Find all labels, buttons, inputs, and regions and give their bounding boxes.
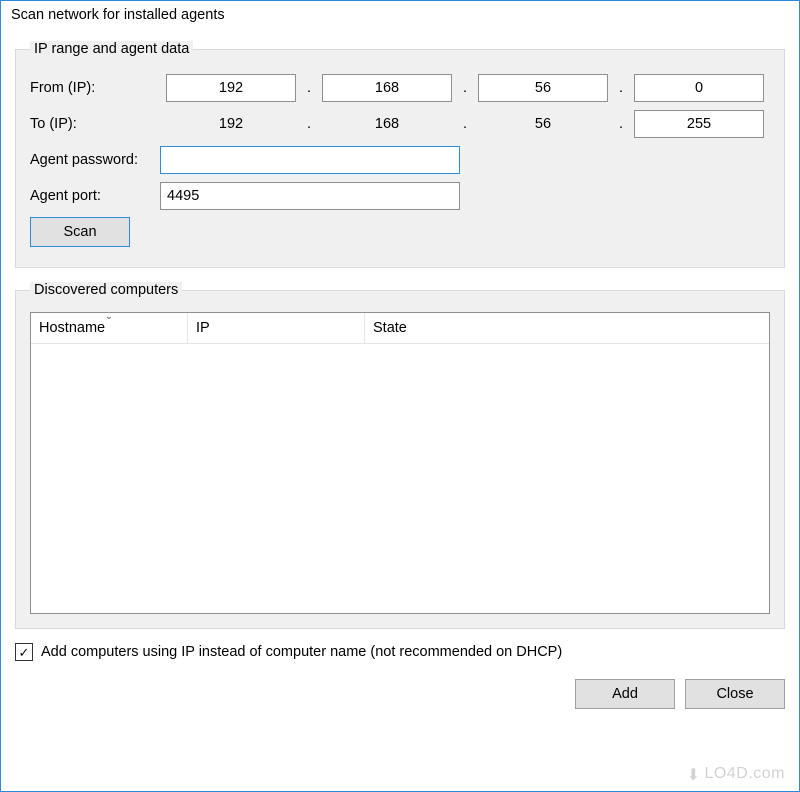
- agent-password-label: Agent password:: [30, 152, 160, 168]
- row-actions: Add Close: [15, 679, 785, 709]
- close-button[interactable]: Close: [685, 679, 785, 709]
- row-from-ip: From (IP): . . .: [30, 73, 770, 103]
- title-bar: Scan network for installed agents: [1, 1, 799, 27]
- watermark-text: LO4D.com: [705, 765, 785, 782]
- to-ip-octet-4[interactable]: [634, 110, 764, 138]
- discovered-list-header: ⌄ Hostname IP State: [31, 313, 769, 344]
- column-header-hostname-label: Hostname: [39, 320, 105, 336]
- window-title: Scan network for installed agents: [11, 7, 225, 23]
- from-ip-label: From (IP):: [30, 80, 160, 96]
- to-ip-octet-3: 56: [478, 116, 608, 132]
- to-ip-fields: 192 . 168 . 56 .: [160, 110, 770, 138]
- column-header-hostname[interactable]: ⌄ Hostname: [31, 313, 188, 343]
- agent-password-input[interactable]: [160, 146, 460, 174]
- add-button[interactable]: Add: [575, 679, 675, 709]
- group-ip-range: IP range and agent data From (IP): . . .…: [15, 41, 785, 268]
- row-scan: Scan: [30, 217, 770, 247]
- column-header-ip[interactable]: IP: [188, 313, 365, 343]
- from-ip-octet-3[interactable]: [478, 74, 608, 102]
- dot-icon: .: [458, 80, 472, 96]
- to-ip-label: To (IP):: [30, 116, 160, 132]
- group-ip-range-legend: IP range and agent data: [30, 41, 193, 57]
- download-icon: ⬇: [687, 765, 701, 785]
- client-area: IP range and agent data From (IP): . . .…: [1, 27, 799, 719]
- to-ip-octet-1: 192: [166, 116, 296, 132]
- from-ip-octet-4[interactable]: [634, 74, 764, 102]
- from-ip-octet-1[interactable]: [166, 74, 296, 102]
- column-header-state-label: State: [373, 320, 407, 336]
- watermark: ⬇LO4D.com: [687, 763, 785, 783]
- from-ip-fields: . . .: [160, 74, 770, 102]
- column-header-ip-label: IP: [196, 320, 210, 336]
- dialog-window: Scan network for installed agents IP ran…: [0, 0, 800, 792]
- discovered-list[interactable]: ⌄ Hostname IP State: [30, 312, 770, 614]
- dot-icon: .: [614, 80, 628, 96]
- to-ip-octet-2: 168: [322, 116, 452, 132]
- use-ip-checkbox[interactable]: ✓: [15, 643, 33, 661]
- dot-icon: .: [302, 116, 316, 132]
- scan-button[interactable]: Scan: [30, 217, 130, 247]
- dot-icon: .: [614, 116, 628, 132]
- row-to-ip: To (IP): 192 . 168 . 56 .: [30, 109, 770, 139]
- group-discovered: Discovered computers ⌄ Hostname IP State: [15, 282, 785, 629]
- row-agent-port: Agent port:: [30, 181, 770, 211]
- group-discovered-legend: Discovered computers: [30, 282, 182, 298]
- use-ip-checkbox-label: Add computers using IP instead of comput…: [41, 644, 562, 660]
- sort-indicator-icon: ⌄: [105, 312, 113, 322]
- column-header-state[interactable]: State: [365, 313, 769, 343]
- dot-icon: .: [458, 116, 472, 132]
- row-use-ip-checkbox: ✓ Add computers using IP instead of comp…: [15, 643, 785, 661]
- row-agent-password: Agent password:: [30, 145, 770, 175]
- from-ip-octet-2[interactable]: [322, 74, 452, 102]
- agent-port-label: Agent port:: [30, 188, 160, 204]
- agent-port-input[interactable]: [160, 182, 460, 210]
- dot-icon: .: [302, 80, 316, 96]
